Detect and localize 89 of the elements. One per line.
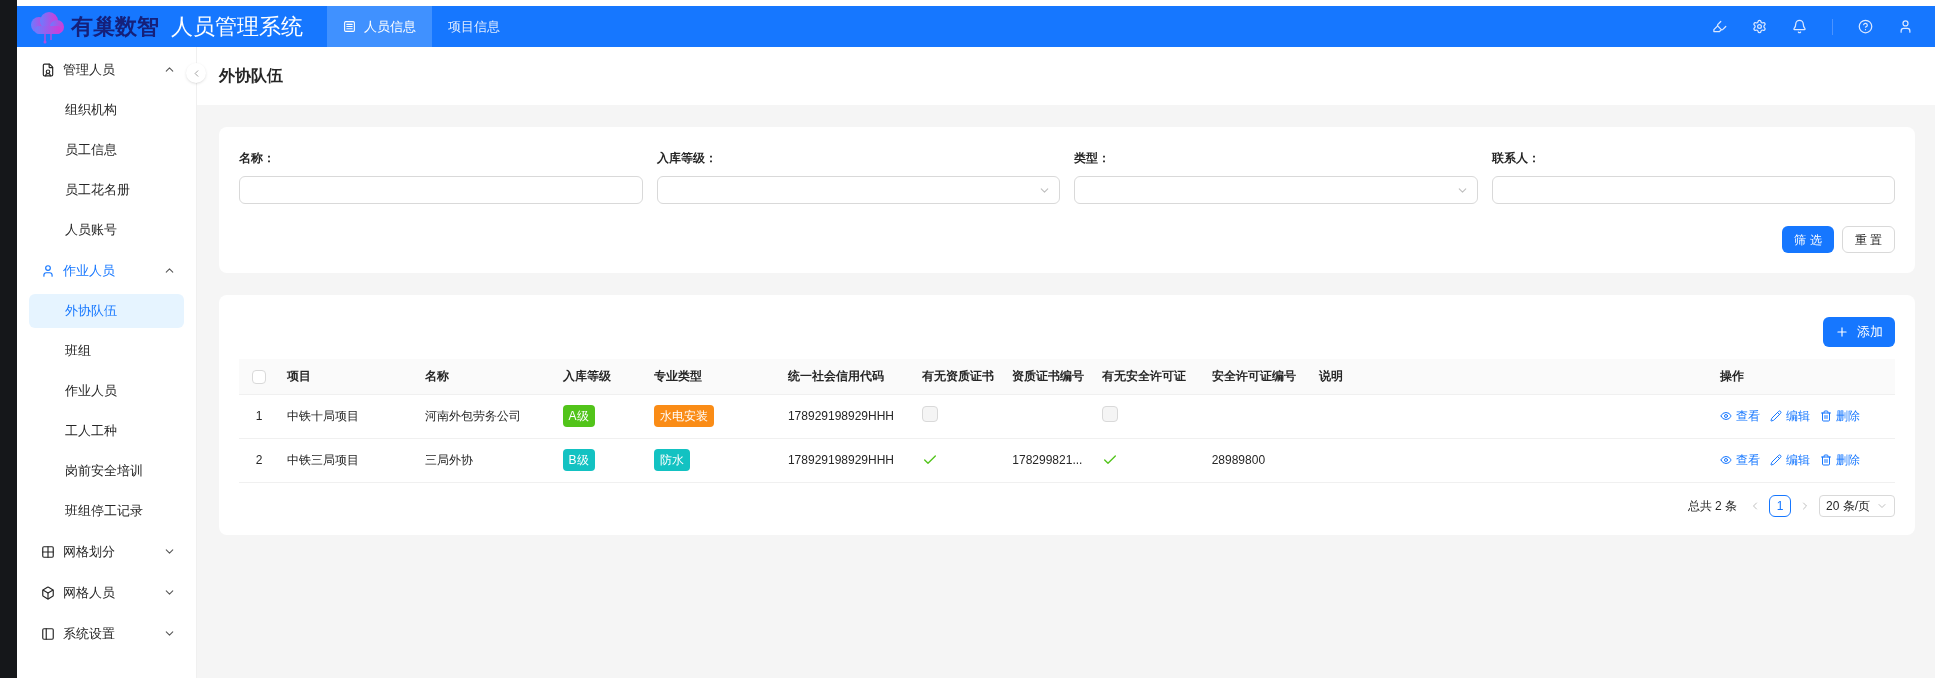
column-header: 安全许可证编号 — [1211, 369, 1296, 384]
field-label: 名称： — [239, 150, 276, 167]
brand-name: 有巢数智 — [71, 13, 159, 41]
menu-item[interactable]: 组织机构 — [29, 93, 184, 127]
table-cell: 178929198929HHH — [787, 453, 895, 467]
edit-link[interactable]: 编辑 — [1769, 407, 1810, 425]
menu-item[interactable]: 人员账号 — [29, 213, 184, 247]
column-header: 专业类型 — [653, 369, 702, 384]
eye-icon — [1719, 410, 1732, 422]
panel-icon — [41, 626, 55, 641]
input-field[interactable] — [1491, 176, 1895, 204]
trash-icon — [1819, 454, 1832, 466]
document-person-icon — [41, 62, 55, 77]
add-button[interactable]: 添加 — [1823, 317, 1895, 347]
reset-button[interactable]: 重 置 — [1841, 226, 1895, 253]
table-cell: 28989800 — [1211, 453, 1266, 467]
plus-icon — [1835, 325, 1849, 339]
menu-item[interactable]: 员工信息 — [29, 133, 184, 167]
menu-label: 网格人员 — [63, 583, 115, 602]
trash-icon — [1819, 410, 1832, 422]
column-header: 统一社会信用代码 — [787, 369, 884, 384]
table-cell: 中铁十局项目 — [287, 409, 360, 423]
menu-label: 网格划分 — [63, 542, 115, 561]
column-header: 有无资质证书 — [922, 369, 995, 384]
table-cell: 河南外包劳务公司 — [425, 409, 522, 423]
menu-item[interactable]: 岗前安全培训 — [29, 454, 184, 488]
column-header: 项目 — [287, 369, 312, 384]
table-cell: 2 — [255, 453, 263, 467]
delete-link[interactable]: 删除 — [1819, 451, 1860, 469]
column-header: 入库等级 — [562, 369, 611, 384]
menu-item[interactable]: 班组停工记录 — [29, 494, 184, 528]
select-all-checkbox[interactable] — [252, 370, 267, 385]
brush-icon[interactable] — [1712, 19, 1727, 34]
menu-group[interactable]: 网格人员 — [17, 572, 182, 613]
menu-label: 系统设置 — [63, 624, 115, 643]
menu-item[interactable]: 外协队伍 — [29, 294, 184, 328]
select-field[interactable] — [656, 176, 1060, 204]
select-field[interactable] — [1074, 176, 1478, 204]
tab-icon — [343, 20, 356, 33]
tag: A级 — [562, 405, 595, 427]
filter-button[interactable]: 筛 选 — [1782, 226, 1834, 253]
menu-label: 管理人员 — [63, 60, 115, 79]
edit-link[interactable]: 编辑 — [1769, 451, 1810, 469]
total-count: 总共 2 条 — [1687, 497, 1737, 515]
menu-group[interactable]: 网格划分 — [17, 531, 182, 572]
table-cell: 178299821... — [1012, 453, 1083, 467]
user-icon[interactable] — [1898, 19, 1913, 34]
column-header: 资质证书编号 — [1012, 369, 1085, 384]
app-title: 人员管理系统 — [171, 13, 303, 41]
menu-item[interactable]: 班组 — [29, 334, 184, 368]
view-link[interactable]: 查看 — [1719, 407, 1760, 425]
table-cell: 178929198929HHH — [787, 409, 895, 423]
help-icon[interactable] — [1858, 19, 1873, 34]
column-header: 有无安全许可证 — [1102, 369, 1187, 384]
column-header: 名称 — [425, 369, 450, 384]
delete-link[interactable]: 删除 — [1819, 407, 1860, 425]
notification-icon[interactable] — [1792, 19, 1807, 34]
menu-group[interactable]: 管理人员 — [17, 49, 182, 90]
grid-icon — [41, 544, 55, 559]
tag: B级 — [562, 449, 595, 471]
table-cell: 1 — [255, 409, 263, 423]
table-cell: 三局外协 — [425, 453, 474, 467]
pencil-icon — [1769, 454, 1782, 466]
field-label: 入库等级： — [656, 150, 718, 167]
menu-group[interactable]: 系统设置 — [17, 613, 182, 654]
input-field[interactable] — [239, 176, 643, 204]
column-header: 操作 — [1719, 369, 1744, 384]
eye-icon — [1719, 454, 1732, 466]
cube-icon — [41, 585, 55, 600]
menu-item[interactable]: 作业人员 — [29, 374, 184, 408]
page-title: 外协队伍 — [219, 66, 283, 86]
menu-item[interactable]: 工人工种 — [29, 414, 184, 448]
field-label: 类型： — [1074, 150, 1111, 167]
person-icon — [41, 263, 55, 278]
tag: 防水 — [653, 449, 690, 471]
settings-icon[interactable] — [1752, 19, 1767, 34]
page-size-select[interactable]: 20 条/页 — [1819, 494, 1895, 517]
field-label: 联系人： — [1491, 150, 1541, 167]
menu-group[interactable]: 作业人员 — [17, 250, 182, 291]
nav-tab[interactable]: 项目信息 — [432, 6, 516, 47]
table-cell: 中铁三局项目 — [287, 453, 360, 467]
collapse-sidebar-button[interactable] — [186, 63, 206, 83]
page-button[interactable]: 1 — [1769, 494, 1791, 517]
pencil-icon — [1769, 410, 1782, 422]
column-header: 说明 — [1318, 369, 1343, 384]
view-link[interactable]: 查看 — [1719, 451, 1760, 469]
menu-item[interactable]: 员工花名册 — [29, 173, 184, 207]
tag: 水电安装 — [653, 405, 714, 427]
menu-label: 作业人员 — [63, 261, 115, 280]
